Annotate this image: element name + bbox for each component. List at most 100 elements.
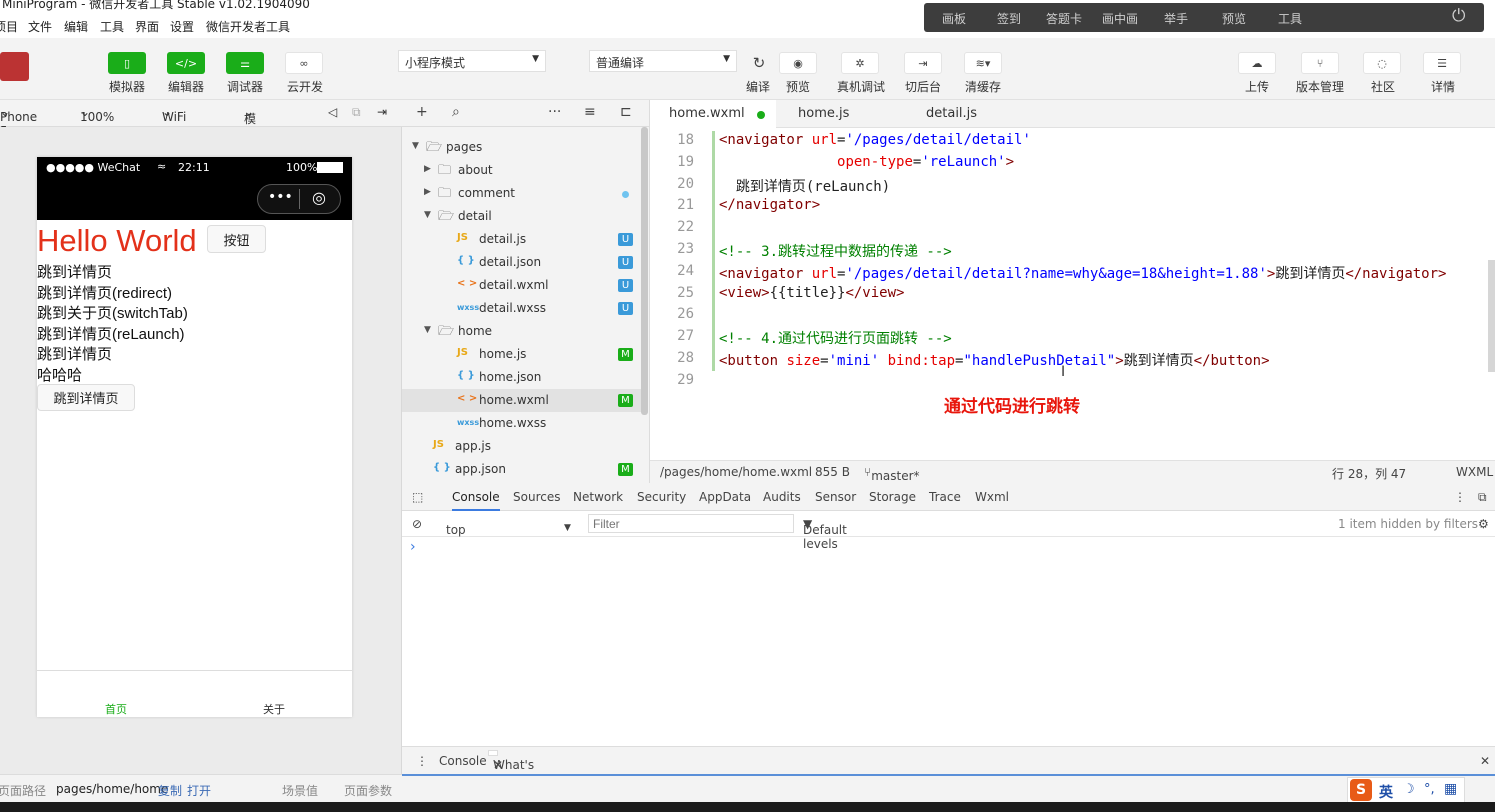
real-debug-button[interactable]: ✲ bbox=[841, 52, 879, 74]
clear-console-icon[interactable]: ⊘ bbox=[412, 517, 422, 531]
code-line[interactable]: <button size='mini' bind:tap="handlePush… bbox=[719, 350, 1270, 370]
power-icon[interactable]: ⏻ bbox=[1452, 6, 1465, 26]
chevron-right-icon[interactable]: ▶ bbox=[424, 187, 431, 197]
folder-row[interactable]: ▼ 🗁 pages bbox=[402, 136, 642, 159]
file-row[interactable]: < > home.wxml M bbox=[402, 389, 642, 412]
capsule-button[interactable]: ••• ◎ bbox=[257, 184, 341, 214]
grid-icon[interactable]: ▦ bbox=[1444, 781, 1457, 797]
details-button[interactable]: ☰ bbox=[1423, 52, 1461, 74]
nav-link-detail[interactable]: 跳到详情页 bbox=[37, 261, 112, 282]
file-row[interactable]: { } app.json M bbox=[402, 458, 642, 481]
file-row[interactable]: wxss detail.wxss U bbox=[402, 297, 642, 320]
dock-icon[interactable]: ⧉ bbox=[1478, 490, 1487, 505]
console-prompt[interactable]: › bbox=[410, 539, 416, 555]
file-row[interactable]: JS detail.js U bbox=[402, 228, 642, 251]
tab-network[interactable]: Network bbox=[573, 490, 623, 504]
float-preview[interactable]: 预览 bbox=[1222, 10, 1246, 27]
ime-lang[interactable]: 英 bbox=[1379, 782, 1393, 802]
moon-icon[interactable]: ☽ bbox=[1403, 782, 1415, 797]
cursor-position[interactable]: 行 28，列 47 bbox=[1332, 465, 1406, 482]
close-target-icon[interactable]: ◎ bbox=[312, 188, 326, 207]
more-icon[interactable]: ··· bbox=[548, 104, 561, 120]
community-button[interactable]: ◌ bbox=[1363, 52, 1401, 74]
split-icon[interactable]: ⊏ bbox=[620, 104, 632, 120]
drawer-tab-whats-new[interactable]: What's New ✕ bbox=[488, 750, 534, 786]
tab-about[interactable]: 关于 bbox=[263, 701, 285, 717]
file-row[interactable]: { } home.json bbox=[402, 366, 642, 389]
code-line[interactable]: </navigator> bbox=[719, 197, 820, 213]
folder-row[interactable]: ▼ 🗁 detail bbox=[402, 205, 642, 228]
cloud-button[interactable]: ∞ bbox=[285, 52, 323, 74]
clear-cache-button[interactable]: ≋▾ bbox=[964, 52, 1002, 74]
file-row[interactable]: JS home.js M bbox=[402, 343, 642, 366]
version-button[interactable]: ⑂ bbox=[1301, 52, 1339, 74]
code-line[interactable]: 跳到详情页(reLaunch) bbox=[719, 176, 890, 196]
tab-appdata[interactable]: AppData bbox=[699, 490, 751, 504]
nav-link-redirect[interactable]: 跳到详情页(redirect) bbox=[37, 282, 172, 303]
drawer-tab-console[interactable]: Console bbox=[439, 754, 487, 768]
background-button[interactable]: ⇥ bbox=[904, 52, 942, 74]
detach-icon[interactable]: ⇥ bbox=[377, 105, 387, 119]
tab-home[interactable]: 首页 bbox=[105, 701, 127, 717]
tab-security[interactable]: Security bbox=[637, 490, 686, 504]
file-row[interactable]: JS app.js bbox=[402, 435, 642, 458]
code-line[interactable]: <!-- 4.通过代码进行页面跳转 --> bbox=[719, 328, 952, 348]
menu-settings[interactable]: 设置 bbox=[170, 18, 194, 35]
menu-tools[interactable]: 工具 bbox=[100, 18, 124, 35]
float-draw[interactable]: 画板 bbox=[942, 10, 966, 27]
editor-scrollbar[interactable] bbox=[1488, 260, 1495, 372]
demo-button[interactable]: 按钮 bbox=[207, 225, 266, 253]
code-line[interactable]: <navigator url='/pages/detail/detail' bbox=[719, 132, 1031, 148]
gear-icon[interactable]: ⚙ bbox=[1478, 517, 1489, 531]
open-link[interactable]: 打开 bbox=[187, 782, 211, 799]
mode-select[interactable]: 小程序模式 ▼ bbox=[398, 50, 546, 72]
sogou-logo-icon[interactable]: S bbox=[1350, 779, 1372, 801]
chevron-down-icon[interactable]: ▼ bbox=[424, 210, 431, 220]
float-signin[interactable]: 签到 bbox=[997, 10, 1021, 27]
upload-button[interactable]: ☁ bbox=[1238, 52, 1276, 74]
avatar[interactable] bbox=[0, 52, 29, 81]
tab-home-wxml[interactable]: home.wxml bbox=[650, 100, 776, 128]
network-select[interactable]: WiFi ⌄ bbox=[162, 105, 186, 124]
params-label[interactable]: 页面参数 bbox=[344, 782, 392, 799]
editor-button[interactable]: </> bbox=[167, 52, 205, 74]
language-mode[interactable]: WXML bbox=[1456, 465, 1493, 479]
menu-devtools[interactable]: 微信开发者工具 bbox=[206, 18, 290, 35]
console-filter-input[interactable] bbox=[588, 514, 794, 533]
tab-trace[interactable]: Trace bbox=[929, 490, 961, 504]
nav-link-switchtab[interactable]: 跳到关于页(switchTab) bbox=[37, 302, 188, 323]
folder-row[interactable]: ▶ 🗀 about bbox=[402, 159, 642, 182]
float-answer-card[interactable]: 答题卡 bbox=[1046, 10, 1082, 27]
menu-file[interactable]: 文件 bbox=[28, 18, 52, 35]
code-line[interactable]: <navigator url='/pages/detail/detail?nam… bbox=[719, 263, 1446, 283]
preview-button[interactable]: ◉ bbox=[779, 52, 817, 74]
code-line[interactable]: open-type='reLaunch'> bbox=[719, 154, 1014, 170]
folder-row[interactable]: ▼ 🗁 home bbox=[402, 320, 642, 343]
compile-mode-select[interactable]: 普通编译 ▼ bbox=[589, 50, 737, 72]
file-row[interactable]: < > detail.wxml U bbox=[402, 274, 642, 297]
nav-link-params[interactable]: 跳到详情页 bbox=[37, 343, 112, 364]
collapse-icon[interactable]: ≡ bbox=[584, 104, 596, 120]
volume-icon[interactable]: ◁ bbox=[328, 105, 337, 119]
menu-view[interactable]: 界面 bbox=[135, 18, 159, 35]
scene-label[interactable]: 场景值 bbox=[282, 782, 318, 799]
kebab-icon[interactable]: ⋮ bbox=[1454, 490, 1466, 504]
file-row[interactable]: wxss home.wxss bbox=[402, 412, 642, 435]
debugger-button[interactable]: ⚌ bbox=[226, 52, 264, 74]
tab-audits[interactable]: Audits bbox=[763, 490, 801, 504]
drawer-menu-icon[interactable]: ⋮ bbox=[416, 754, 428, 768]
copy-link[interactable]: 复制 bbox=[158, 782, 182, 799]
tab-sources[interactable]: Sources bbox=[513, 490, 560, 504]
folder-row[interactable]: ▶ 🗀 comment bbox=[402, 182, 642, 205]
chevron-down-icon[interactable]: ▼ bbox=[424, 325, 431, 335]
tab-home-js[interactable]: home.js bbox=[798, 100, 849, 128]
device-select[interactable]: Phone 5 ⌄ bbox=[0, 105, 37, 138]
push-detail-button[interactable]: 跳到详情页 bbox=[37, 384, 135, 411]
menu-edit[interactable]: 编辑 bbox=[64, 18, 88, 35]
window-icon[interactable]: ⧉ bbox=[352, 105, 361, 120]
simulator-button[interactable]: ▯ bbox=[108, 52, 146, 74]
menu-project[interactable]: 项目 bbox=[0, 18, 18, 35]
float-tools[interactable]: 工具 bbox=[1278, 10, 1302, 27]
code-line[interactable]: <view>{{title}}</view> bbox=[719, 285, 904, 301]
explorer-scrollbar[interactable] bbox=[641, 127, 648, 415]
